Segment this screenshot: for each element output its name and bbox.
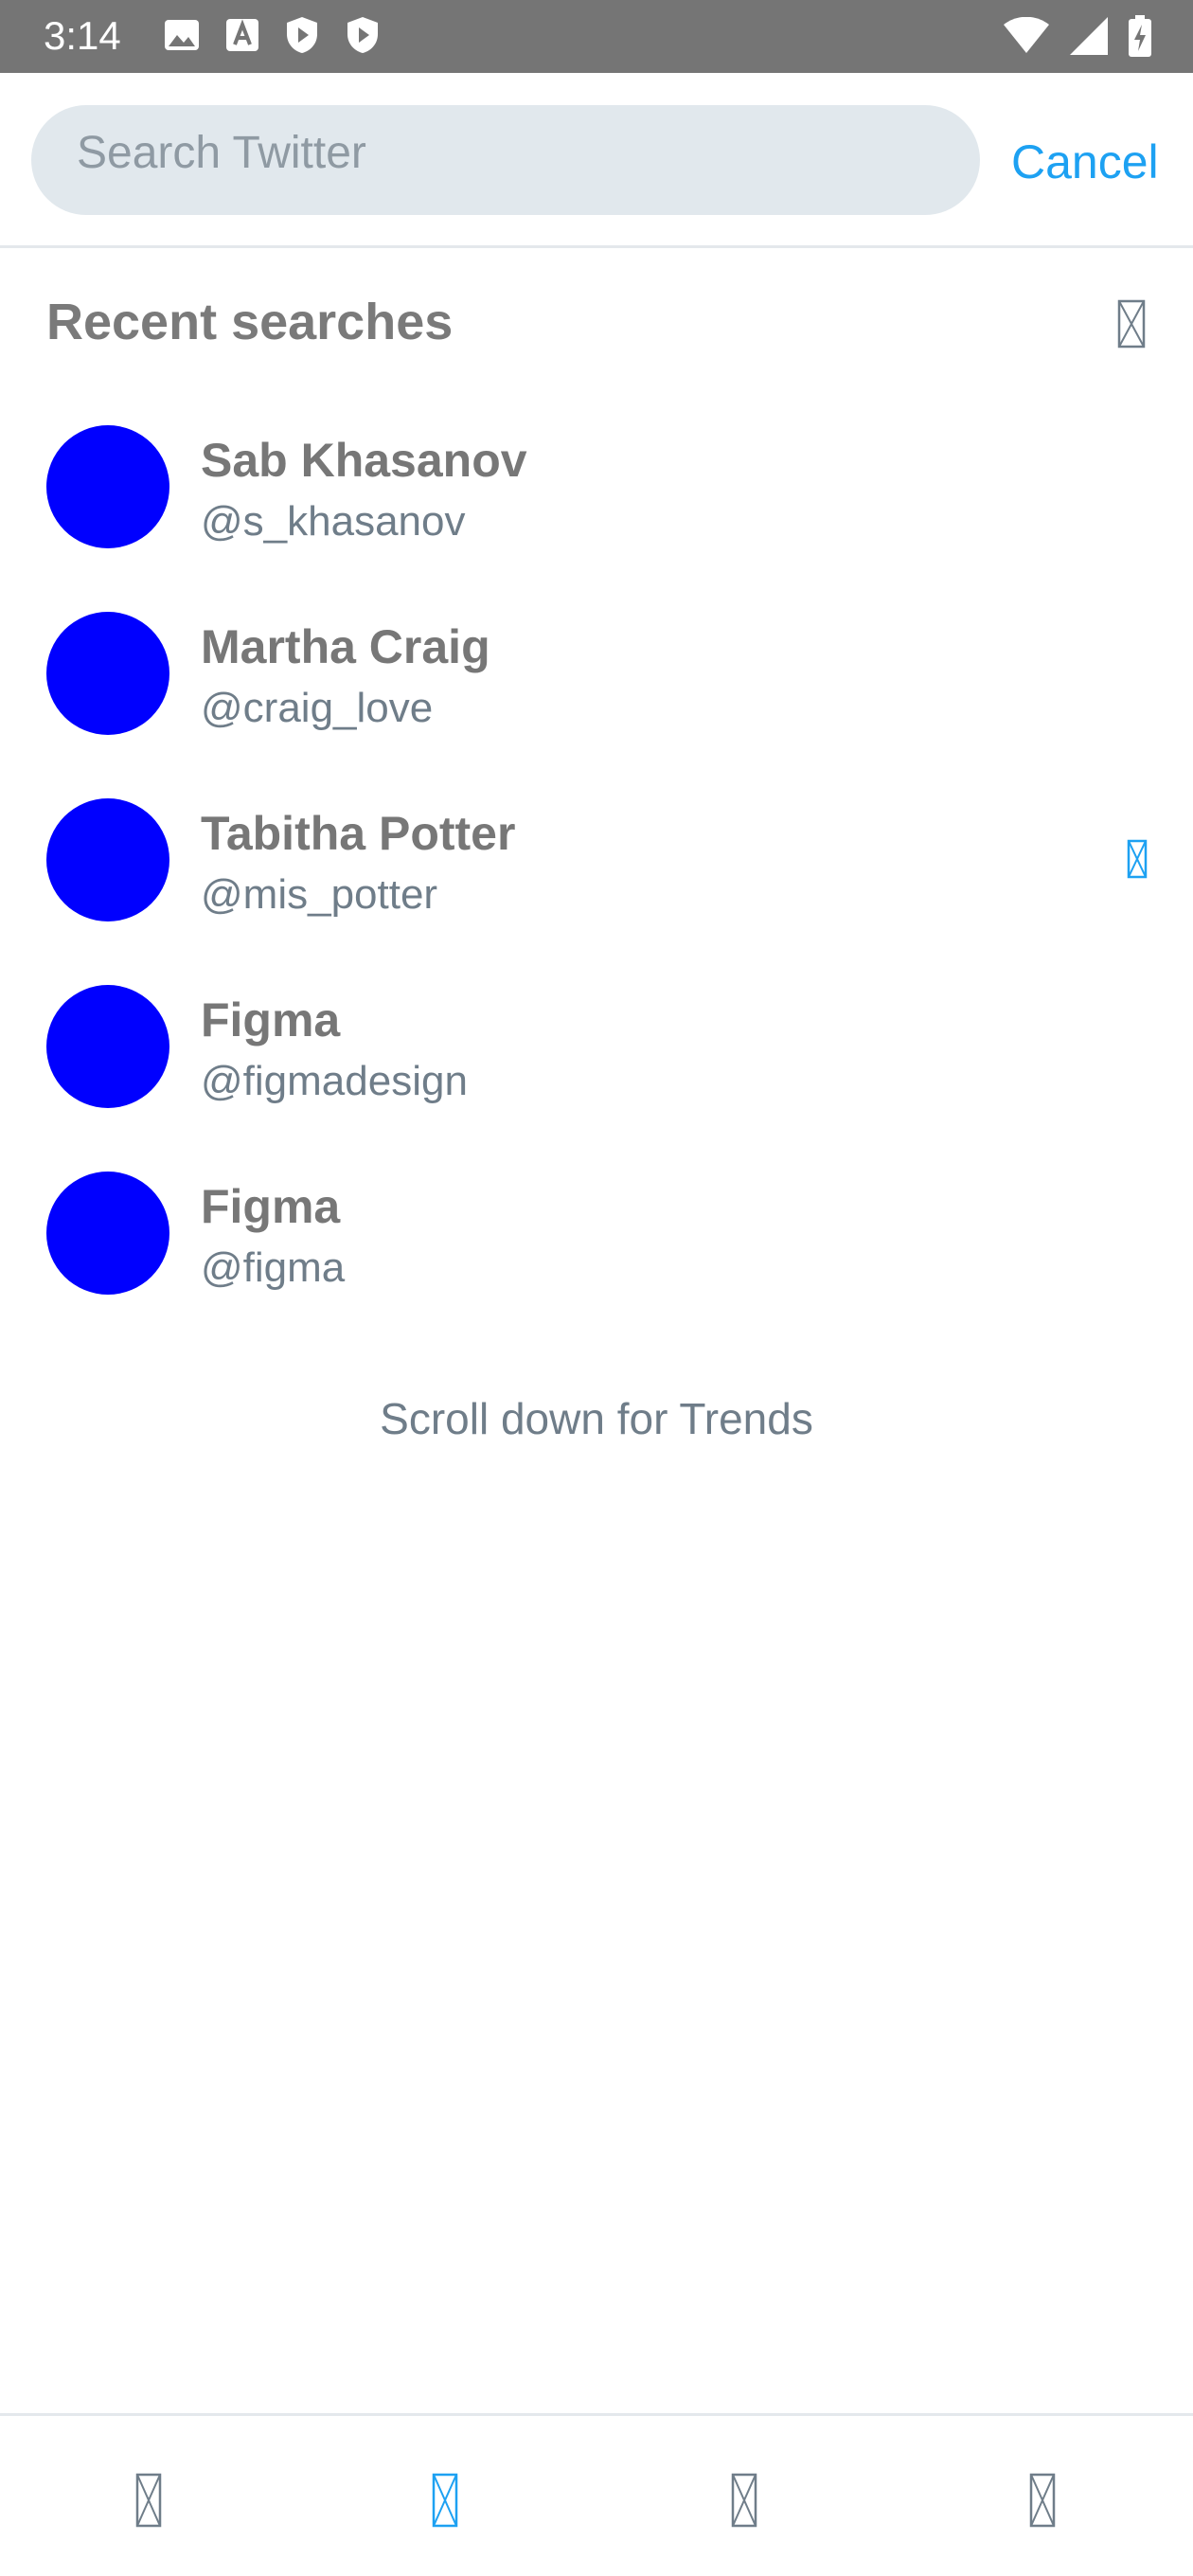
wifi-icon <box>1004 17 1049 55</box>
recent-search-item[interactable]: Sab Khasanov @s_khasanov <box>0 407 1193 594</box>
search-header: Cancel <box>0 73 1193 248</box>
shield-play-icon <box>345 15 381 55</box>
user-name: Tabitha Potter <box>201 807 516 860</box>
avatar <box>46 985 169 1108</box>
status-time: 3:14 <box>44 13 121 58</box>
cancel-button[interactable]: Cancel <box>1011 132 1159 192</box>
image-icon <box>163 16 201 54</box>
recent-searches-list: Sab Khasanov @s_khasanov Martha Craig @c… <box>0 407 1193 1340</box>
recent-search-item[interactable]: Figma @figma <box>0 1154 1193 1340</box>
clear-recent-icon[interactable] <box>1117 299 1146 349</box>
battery-charging-icon <box>1129 15 1151 57</box>
recent-searches-title: Recent searches <box>46 294 454 350</box>
bottom-nav <box>0 2413 1193 2576</box>
recent-search-item[interactable]: Tabitha Potter @mis_potter <box>0 780 1193 967</box>
search-box[interactable] <box>31 105 980 215</box>
messages-icon[interactable] <box>1029 2473 1056 2528</box>
user-handle: @s_khasanov <box>201 498 466 545</box>
status-bar: 3:14 <box>0 0 1193 73</box>
home-icon[interactable] <box>135 2473 162 2528</box>
status-notification-icons <box>163 15 381 55</box>
recent-search-item[interactable]: Figma @figmadesign <box>0 967 1193 1154</box>
avatar <box>46 1172 169 1295</box>
recent-search-item[interactable]: Martha Craig @craig_love <box>0 594 1193 780</box>
signal-icon <box>1070 17 1108 55</box>
search-input[interactable] <box>77 126 980 194</box>
user-handle: @figma <box>201 1244 346 1291</box>
avatar <box>46 612 169 735</box>
user-name: Figma <box>201 1180 341 1233</box>
avatar <box>46 425 169 548</box>
remove-search-icon[interactable] <box>1127 839 1148 879</box>
shield-play-icon <box>284 15 320 55</box>
status-system-icons <box>1004 15 1151 57</box>
notifications-icon[interactable] <box>731 2473 757 2528</box>
search-icon[interactable] <box>432 2473 458 2528</box>
user-name: Martha Craig <box>201 620 490 673</box>
scroll-hint: Scroll down for Trends <box>380 1394 813 1443</box>
user-handle: @craig_love <box>201 685 434 731</box>
font-icon <box>225 16 259 54</box>
user-handle: @figmadesign <box>201 1058 468 1104</box>
user-handle: @mis_potter <box>201 871 438 918</box>
user-name: Figma <box>201 993 341 1046</box>
user-name: Sab Khasanov <box>201 434 527 487</box>
avatar <box>46 798 169 921</box>
